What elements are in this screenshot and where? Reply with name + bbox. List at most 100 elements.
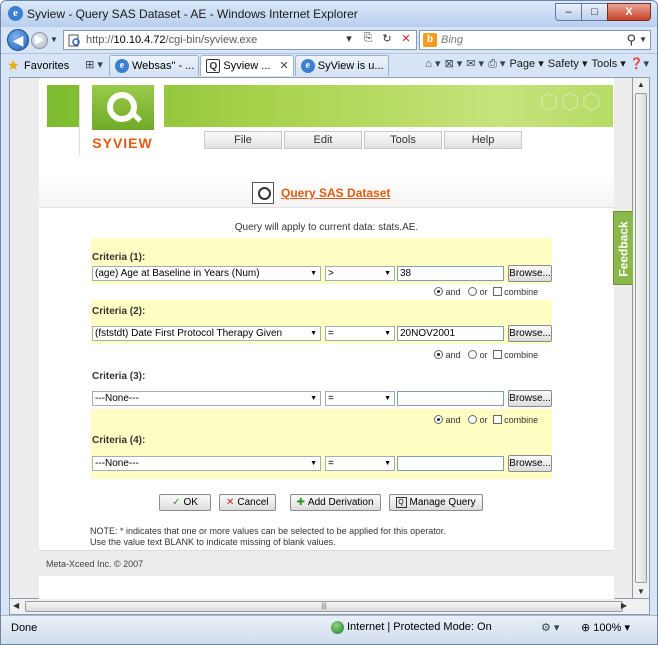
scroll-up-icon[interactable]: ▲: [637, 80, 645, 89]
combine-label: combine: [504, 350, 539, 360]
app-menu: File Edit Tools Help: [204, 131, 522, 149]
checkmark-icon: ✓: [172, 497, 181, 508]
criteria-4-browse-button[interactable]: Browse...: [508, 455, 552, 472]
search-icon[interactable]: ⚲: [626, 32, 636, 48]
help-icon[interactable]: ❓▾: [630, 57, 649, 71]
criteria-3-value-input[interactable]: [397, 391, 504, 406]
forward-arrow-icon[interactable]: ▶: [31, 32, 48, 49]
mail-icon[interactable]: ✉ ▾: [466, 57, 484, 71]
or-radio[interactable]: [468, 287, 478, 296]
page-icon: [68, 34, 80, 47]
maximize-button[interactable]: □: [581, 3, 608, 21]
and-radio[interactable]: [434, 287, 443, 296]
logic-options: and or combine: [434, 287, 538, 297]
search-placeholder: Bing: [441, 34, 464, 46]
action-buttons: ✓ OK ✕ Cancel ✚ Add Derivation Q Manage Quer…: [159, 494, 483, 511]
criteria-4-value-input[interactable]: [397, 456, 504, 471]
tab-websas[interactable]: e Websas" - ...: [109, 55, 200, 76]
cancel-label: Cancel: [237, 497, 269, 508]
manage-query-button[interactable]: Q Manage Query: [388, 494, 483, 511]
scroll-left-icon[interactable]: ◀: [13, 601, 19, 610]
tab-label: Websas" - ...: [132, 60, 195, 72]
tools-menu[interactable]: Tools ▾: [592, 57, 626, 71]
protected-mode-icon[interactable]: ⚙ ▾: [541, 621, 559, 634]
combine-checkbox[interactable]: [492, 350, 502, 359]
or-radio[interactable]: [468, 415, 478, 424]
criteria-4-operator-select[interactable]: = ▼: [325, 456, 395, 471]
footnote: NOTE: * indicates that one or more value…: [90, 526, 446, 548]
zoom-control[interactable]: ⊕ 100% ▾: [581, 621, 630, 634]
window-title: Syview - Query SAS Dataset - AE - Window…: [27, 7, 358, 21]
criteria-1-variable-select[interactable]: (age) Age at Baseline in Years (Num) ▼: [92, 266, 321, 281]
content-viewport: ⬡⬡⬡ SYVIEW File Edit Tools Help Query SA…: [9, 77, 642, 600]
chevron-down-icon: ▼: [384, 330, 391, 337]
feeds-icon[interactable]: ⊠ ▾: [444, 57, 462, 71]
back-arrow-icon[interactable]: ◀: [7, 29, 29, 51]
scroll-right-icon[interactable]: ▶: [621, 601, 627, 610]
criteria-2-operator-select[interactable]: = ▼: [325, 326, 395, 341]
ie-logo-icon: e: [8, 6, 23, 21]
refresh-icon[interactable]: ↻: [379, 32, 395, 45]
compatibility-icon[interactable]: ⎘: [360, 32, 376, 45]
cancel-button[interactable]: ✕ Cancel: [219, 494, 276, 511]
tab-label: Syview ...: [223, 60, 271, 72]
url-input[interactable]: http://10.10.4.72/cgi-bin/syview.exe ▾ ⎘…: [63, 30, 417, 50]
criteria-1-operator-select[interactable]: > ▼: [325, 266, 395, 281]
browser-window: e Syview - Query SAS Dataset - AE - Wind…: [0, 0, 658, 645]
minimize-button[interactable]: –: [555, 3, 582, 21]
vertical-scrollbar[interactable]: ▲ ▼: [633, 77, 650, 599]
logic-options: and or combine: [434, 415, 538, 425]
menu-tools[interactable]: Tools: [364, 131, 442, 149]
criteria-3-browse-button[interactable]: Browse...: [508, 390, 552, 407]
horizontal-scrollbar[interactable]: ◀ ||| ▶: [9, 599, 650, 615]
criteria-1-browse-button[interactable]: Browse...: [508, 265, 552, 282]
scroll-thumb[interactable]: [635, 93, 647, 583]
criteria-label: Criteria (1):: [92, 252, 146, 263]
search-dropdown-icon[interactable]: ▼: [639, 35, 647, 44]
history-dropdown-icon[interactable]: ▼: [50, 35, 58, 44]
menu-help[interactable]: Help: [444, 131, 522, 149]
criteria-2-browse-button[interactable]: Browse...: [508, 325, 552, 342]
tab-syview-is[interactable]: e SyView is u...: [294, 55, 389, 76]
or-radio[interactable]: [468, 350, 478, 359]
scroll-thumb[interactable]: |||: [25, 601, 623, 612]
tab-syview[interactable]: Q Syview ... ✕: [200, 55, 294, 76]
safety-menu[interactable]: Safety ▾: [548, 57, 588, 71]
criteria-4-variable-select[interactable]: ---None--- ▼: [92, 456, 321, 471]
title-bar: e Syview - Query SAS Dataset - AE - Wind…: [1, 1, 657, 27]
manage-query-label: Manage Query: [409, 497, 476, 508]
bing-icon: b: [423, 33, 437, 47]
menu-edit[interactable]: Edit: [284, 131, 362, 149]
combine-checkbox[interactable]: [492, 415, 502, 424]
and-radio[interactable]: [434, 415, 443, 424]
favorites-button[interactable]: ★ Favorites: [7, 57, 69, 75]
page-title-bar: Query SAS Dataset: [39, 178, 614, 208]
ok-button[interactable]: ✓ OK: [159, 494, 211, 511]
chevron-down-icon: ▼: [310, 270, 317, 277]
syview-tab-icon: Q: [206, 59, 221, 73]
home-icon[interactable]: ⌂ ▾: [425, 57, 440, 71]
search-input[interactable]: b Bing ⚲ ▼: [419, 30, 651, 50]
security-zone[interactable]: Internet | Protected Mode: On: [331, 621, 492, 634]
dropdown-icon[interactable]: ▾: [341, 32, 357, 45]
menu-file[interactable]: File: [204, 131, 282, 149]
close-button[interactable]: X: [607, 3, 651, 21]
or-label: or: [479, 350, 488, 360]
criteria-2-value-input[interactable]: 20NOV2001: [397, 326, 504, 341]
criteria-1-value-input[interactable]: 38: [397, 266, 504, 281]
scroll-down-icon[interactable]: ▼: [637, 587, 645, 596]
syview-page: ⬡⬡⬡ SYVIEW File Edit Tools Help Query SA…: [39, 78, 614, 600]
criteria-label: Criteria (3):: [92, 371, 146, 382]
criteria-3-operator-select[interactable]: = ▼: [325, 391, 395, 406]
page-title[interactable]: Query SAS Dataset: [281, 186, 390, 200]
combine-checkbox[interactable]: [492, 287, 502, 296]
and-radio[interactable]: [434, 350, 443, 359]
page-menu[interactable]: Page ▾: [509, 57, 543, 71]
print-icon[interactable]: ⎙ ▾: [488, 57, 505, 71]
criteria-2-variable-select[interactable]: (fststdt) Date First Protocol Therapy Gi…: [92, 326, 321, 341]
close-tab-icon[interactable]: ✕: [280, 60, 289, 72]
criteria-3-variable-select[interactable]: ---None--- ▼: [92, 391, 321, 406]
stop-icon[interactable]: ✕: [398, 32, 414, 45]
quick-tabs-icon[interactable]: ⊞ ▾: [81, 55, 107, 75]
add-derivation-button[interactable]: ✚ Add Derivation: [289, 494, 381, 511]
